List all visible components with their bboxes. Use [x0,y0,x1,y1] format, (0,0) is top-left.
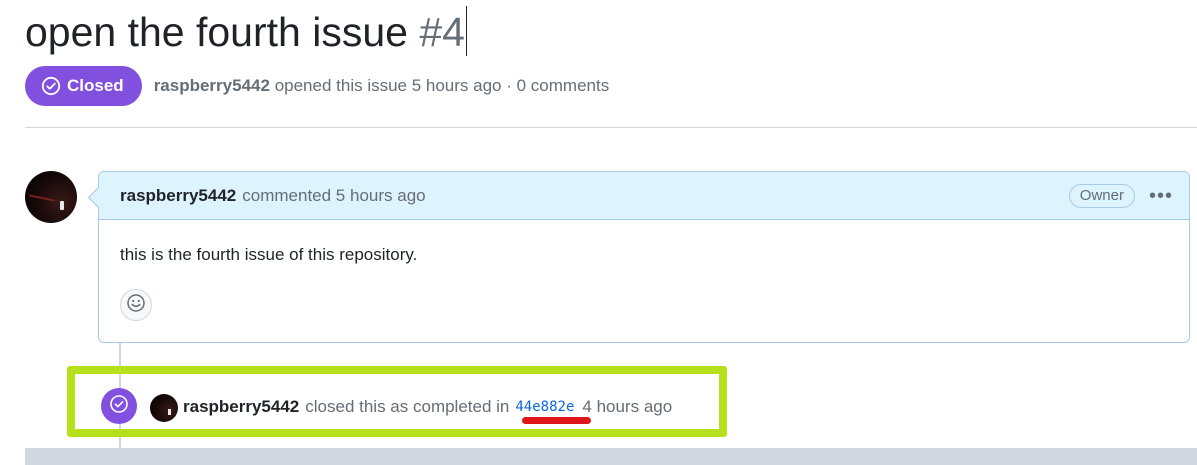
timeline-footer-bar [25,448,1197,465]
avatar[interactable] [25,171,77,223]
smiley-icon [126,293,146,318]
comment-box: raspberry5442 commented 5 hours ago Owne… [98,171,1190,343]
avatar-detail [29,194,55,202]
issue-title-text: open the fourth issue [25,9,408,55]
commit-link[interactable]: 44e882e [515,399,574,415]
issue-meta-details: opened this issue 5 hours ago · 0 commen… [274,76,610,95]
comment-body: this is the fourth issue of this reposit… [120,245,418,264]
issue-number: #4 [419,9,465,55]
avatar-figure [60,201,64,210]
issue-page: open the fourth issue #4 Closed raspberr… [0,0,1197,465]
avatar-figure [168,409,171,415]
event-action-text: closed this as completed in [305,397,510,416]
event-author-link[interactable]: raspberry5442 [183,397,299,417]
owner-badge: Owner [1068,183,1135,208]
text-caret [465,6,467,56]
issue-meta: Closed raspberry5442 opened this issue 5… [25,66,609,106]
status-badge-label: Closed [67,76,124,95]
closed-event: raspberry5442 closed this as completed i… [183,395,672,419]
kebab-horizontal-icon[interactable]: ••• [1149,186,1173,206]
issue-author-link[interactable]: raspberry5442 [154,76,270,95]
add-reaction-button[interactable] [120,289,152,321]
closed-event-badge [101,388,137,424]
comment-header: raspberry5442 commented 5 hours ago Owne… [99,172,1189,220]
issue-title: open the fourth issue #4 [25,6,467,58]
check-circle-icon [109,394,129,419]
avatar[interactable] [150,394,178,422]
check-circle-icon [41,76,61,96]
status-badge: Closed [25,66,142,106]
header-divider [25,127,1197,128]
event-timestamp[interactable]: 4 hours ago [582,397,672,417]
issue-meta-text: raspberry5442 opened this issue 5 hours … [154,76,610,96]
comment-timestamp[interactable]: commented 5 hours ago [242,186,425,206]
comment-author-link[interactable]: raspberry5442 [120,186,236,206]
commit-annotation-underline [522,417,591,424]
